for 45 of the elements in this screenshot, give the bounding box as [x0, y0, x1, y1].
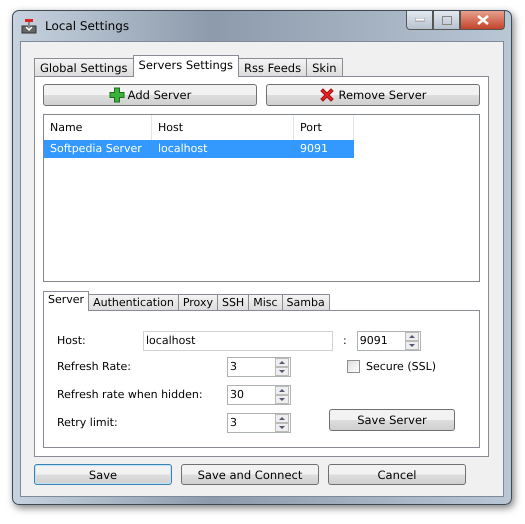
table-cell-text: Softpedia Server — [49, 141, 143, 157]
tab[interactable]: Skin — [306, 58, 343, 76]
port-spinner[interactable]: 9091 — [356, 330, 421, 351]
tab[interactable]: Samba — [282, 294, 330, 310]
field-label: Refresh rate when hidden: — [57, 388, 204, 402]
dialog-button[interactable]: Save — [34, 464, 172, 485]
close-icon — [476, 15, 488, 25]
tab[interactable]: Rss Feeds — [238, 58, 308, 76]
tab[interactable]: Proxy — [178, 294, 218, 310]
table-cell-text: 9091 — [299, 141, 329, 157]
field-label: Refresh Rate: — [57, 360, 132, 374]
minimize-icon — [414, 18, 424, 22]
plus-icon — [108, 87, 125, 103]
tab[interactable]: Servers Settings — [132, 55, 240, 77]
close-button[interactable] — [460, 11, 505, 30]
app-icon — [21, 18, 37, 34]
tab[interactable]: Global Settings — [34, 58, 134, 76]
table-cell-text: localhost — [157, 141, 208, 157]
tab[interactable]: Authentication — [88, 294, 179, 310]
cross-icon — [319, 87, 336, 103]
dialog-button[interactable]: Cancel — [328, 464, 466, 485]
field-label: Retry limit: — [57, 416, 119, 430]
spin-arrows-icon — [275, 386, 289, 404]
number-spinner[interactable]: 30 — [227, 384, 291, 405]
tab[interactable]: Misc — [248, 294, 283, 310]
number-spinner[interactable]: 3 — [227, 412, 291, 433]
maximize-button[interactable] — [433, 11, 460, 30]
number-spinner[interactable]: 3 — [227, 356, 291, 377]
spin-arrows-icon — [275, 358, 289, 376]
tab[interactable]: SSH — [216, 294, 250, 310]
window-title: Local Settings — [45, 19, 130, 33]
colon-separator: : — [343, 334, 347, 348]
checkbox-label: Secure (SSL) — [366, 360, 436, 373]
maximize-icon — [442, 16, 452, 24]
add-server-button[interactable]: Add Server — [43, 84, 257, 106]
dialog-button[interactable]: Save and Connect — [181, 464, 319, 485]
minimize-button[interactable] — [406, 11, 433, 30]
tab[interactable]: Server — [43, 290, 90, 311]
checkbox[interactable] — [347, 360, 360, 373]
spin-arrows-icon — [275, 414, 289, 432]
host-label: Host: — [57, 334, 87, 348]
remove-server-button[interactable]: Remove Server — [266, 84, 480, 106]
save-server-button[interactable]: Save Server — [329, 408, 455, 431]
spin-arrows-icon — [404, 332, 419, 350]
host-field[interactable]: localhost — [143, 330, 333, 351]
